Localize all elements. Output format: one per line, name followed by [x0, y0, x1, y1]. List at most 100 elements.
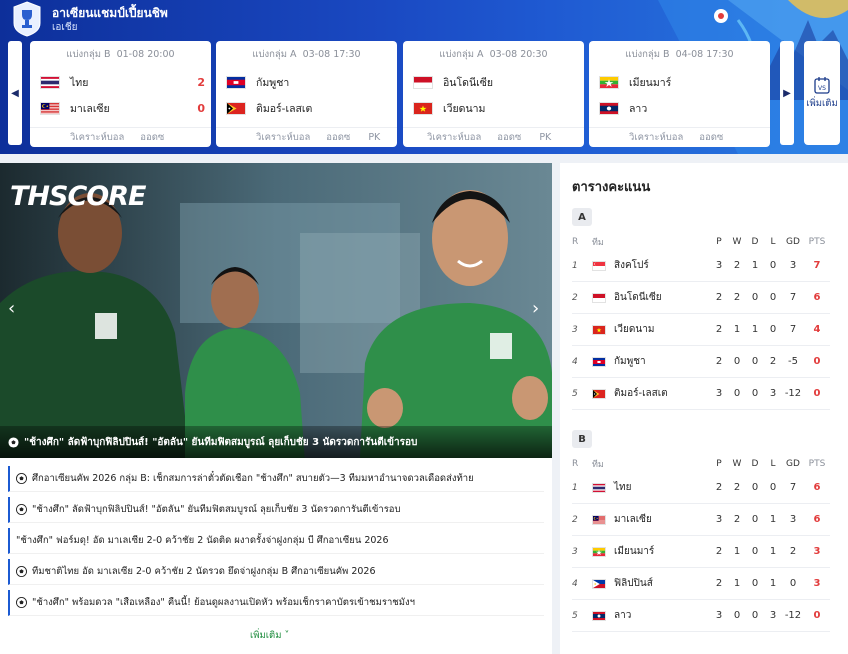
more-matches-button[interactable]: VS เพิ่มเติม [804, 41, 840, 145]
losses: 1 [769, 514, 777, 525]
news-item[interactable]: "ช้างศึก" ลัดฟ้าบุกฟิลิปปินส์! "อัตลัน" … [8, 497, 544, 523]
match-group: แบ่งกลุ่ม B [66, 49, 111, 60]
wins: 2 [733, 482, 741, 493]
pk-link[interactable]: PK [539, 132, 551, 143]
standings-row[interactable]: 5 ลาว 3 0 0 3 -12 0 [572, 600, 830, 632]
chevron-left-icon: ‹ [8, 298, 16, 319]
losses: 1 [769, 578, 777, 589]
wins: 0 [733, 610, 741, 621]
caret-left-icon: ◀ [11, 87, 19, 99]
wins: 1 [733, 546, 741, 557]
draws: 0 [751, 482, 759, 493]
laos-flag-icon [592, 610, 606, 621]
match-links: วิเคราะห์บอล ออดซ [30, 127, 211, 147]
match-links: วิเคราะห์บอล ออดซ [589, 127, 770, 147]
analysis-link[interactable]: วิเคราะห์บอล [70, 130, 124, 145]
draws: 0 [751, 578, 759, 589]
news-item[interactable]: ทีมชาติไทย อัด มาเลเซีย 2-0 คว้าชัย 2 นั… [8, 559, 544, 585]
pk-link[interactable]: PK [368, 132, 380, 143]
analysis-link[interactable]: วิเคราะห์บอล [629, 130, 683, 145]
played: 3 [715, 514, 723, 525]
cambodia-flag-icon [592, 356, 606, 367]
vietnam-flag-icon [413, 101, 433, 115]
thailand-flag-icon [592, 482, 606, 493]
odds-link[interactable]: ออดซ [497, 130, 521, 145]
standings-row[interactable]: 4 กัมพูชา 2 0 0 2 -5 0 [572, 346, 830, 378]
news-title: "ช้างศึก" ลัดฟ้าบุกฟิลิปปินส์! "อัตลัน" … [32, 504, 401, 515]
draws: 0 [751, 546, 759, 557]
away-team: ลาว [599, 101, 764, 115]
rank: 5 [572, 388, 578, 399]
team-name: ไทย [614, 482, 632, 493]
losses: 0 [769, 482, 777, 493]
wins: 0 [733, 356, 741, 367]
hero-banner[interactable]: THSCORE ‹ › "ช้างศึก" ลัดฟ้าบุกฟิลิปปินส… [0, 163, 552, 458]
draws: 0 [751, 356, 759, 367]
football-icon [8, 436, 19, 448]
hero-next-button[interactable]: › [532, 298, 539, 319]
tournament-logo-icon [13, 1, 41, 37]
team-cell: อินโดนีเซีย [592, 290, 710, 305]
odds-link[interactable]: ออดซ [326, 130, 350, 145]
analysis-link[interactable]: วิเคราะห์บอล [256, 130, 310, 145]
rank: 4 [572, 578, 578, 589]
draws: 0 [751, 292, 759, 303]
matches-next-button[interactable]: ▶ [780, 41, 794, 145]
team-name: ลาว [629, 102, 648, 115]
standings-row[interactable]: 2 อินโดนีเซีย 2 2 0 0 7 6 [572, 282, 830, 314]
team-name: เมียนมาร์ [614, 546, 655, 557]
match-group: แบ่งกลุ่ม B [625, 49, 670, 60]
standings-row[interactable]: 3 เวียดนาม 2 1 1 0 7 4 [572, 314, 830, 346]
played: 3 [715, 388, 723, 399]
match-header: แบ่งกลุ่ม A 03-08 20:30 [403, 47, 584, 62]
team-cell: ฟิลิปปินส์ [592, 576, 710, 591]
news-item[interactable]: ศึกอาเซียนคัพ 2026 กลุ่ม B: เช็กสมการล่า… [8, 466, 544, 492]
group-badge: A [572, 208, 592, 226]
team-name: ติมอร์-เลสเต [256, 102, 313, 115]
match-date: 03-08 20:30 [489, 49, 548, 60]
match-card[interactable]: แบ่งกลุ่ม A 03-08 20:30 อินโดนีเซีย เวีย… [403, 41, 584, 147]
home-team: กัมพูชา [226, 75, 391, 89]
played: 2 [715, 578, 723, 589]
team-cell: เมียนมาร์ [592, 544, 710, 559]
away-team: มาเลเซีย 0 [40, 101, 205, 115]
wins: 2 [733, 260, 741, 271]
match-card[interactable]: แบ่งกลุ่ม A 03-08 17:30 กัมพูชา ติมอร์-เ… [216, 41, 397, 147]
analysis-link[interactable]: วิเคราะห์บอล [427, 130, 481, 145]
team-cell: เวียดนาม [592, 322, 710, 337]
team-name: กัมพูชา [614, 356, 646, 367]
team-name: มาเลเซีย [70, 102, 110, 115]
news-more-link[interactable]: เพิ่มเติม ˅ [250, 628, 289, 643]
standings-panel: ตารางคะแนน A R ทีม P W D L GD PTS 1 สิงคโปร์ 3 2 1 0 3 7… [560, 163, 848, 654]
goal-difference: -5 [788, 356, 798, 367]
news-item[interactable]: "ช้างศึก" ฟอร์มดุ! อัด มาเลเซีย 2-0 คว้า… [8, 528, 544, 554]
news-title: ศึกอาเซียนคัพ 2026 กลุ่ม B: เช็กสมการล่า… [32, 473, 474, 484]
draws: 1 [751, 324, 759, 335]
hero-prev-button[interactable]: ‹ [8, 298, 15, 319]
standings-row[interactable]: 1 ไทย 2 2 0 0 7 6 [572, 472, 830, 504]
standings-row[interactable]: 2 มาเลเซีย 3 2 0 1 3 6 [572, 504, 830, 536]
match-card[interactable]: แบ่งกลุ่ม B 04-08 17:30 เมียนมาร์ ลาว วิ… [589, 41, 770, 147]
thscore-logo: THSCORE [10, 181, 146, 212]
wins: 2 [733, 514, 741, 525]
odds-link[interactable]: ออดซ [140, 130, 164, 145]
matches-prev-button[interactable]: ◀ [8, 41, 22, 145]
points: 0 [813, 356, 821, 367]
goal-difference: 3 [789, 260, 797, 271]
standings-row[interactable]: 1 สิงคโปร์ 3 2 1 0 3 7 [572, 250, 830, 282]
philippines-flag-icon [592, 578, 606, 589]
played: 2 [715, 482, 723, 493]
standings-row[interactable]: 5 ติมอร์-เลสเต 3 0 0 3 -12 0 [572, 378, 830, 410]
vietnam-flag-icon [592, 324, 606, 335]
news-item[interactable]: "ช้างศึก" พร้อมดวล "เสือเหลือง" คืนนี้! … [8, 590, 544, 616]
standings-header: R ทีม P W D L GD PTS [572, 459, 826, 470]
rank: 3 [572, 324, 578, 335]
rank: 2 [572, 514, 578, 525]
standings-row[interactable]: 3 เมียนมาร์ 2 1 0 1 2 3 [572, 536, 830, 568]
match-card[interactable]: แบ่งกลุ่ม B 01-08 20:00 ไทย 2 มาเลเซีย 0 ว… [30, 41, 211, 147]
points: 6 [813, 482, 821, 493]
odds-link[interactable]: ออดซ [699, 130, 723, 145]
match-links: วิเคราะห์บอล ออดซ PK [403, 127, 584, 147]
standings-row[interactable]: 4 ฟิลิปปินส์ 2 1 0 1 0 3 [572, 568, 830, 600]
news-title: "ช้างศึก" ฟอร์มดุ! อัด มาเลเซีย 2-0 คว้า… [16, 535, 389, 546]
